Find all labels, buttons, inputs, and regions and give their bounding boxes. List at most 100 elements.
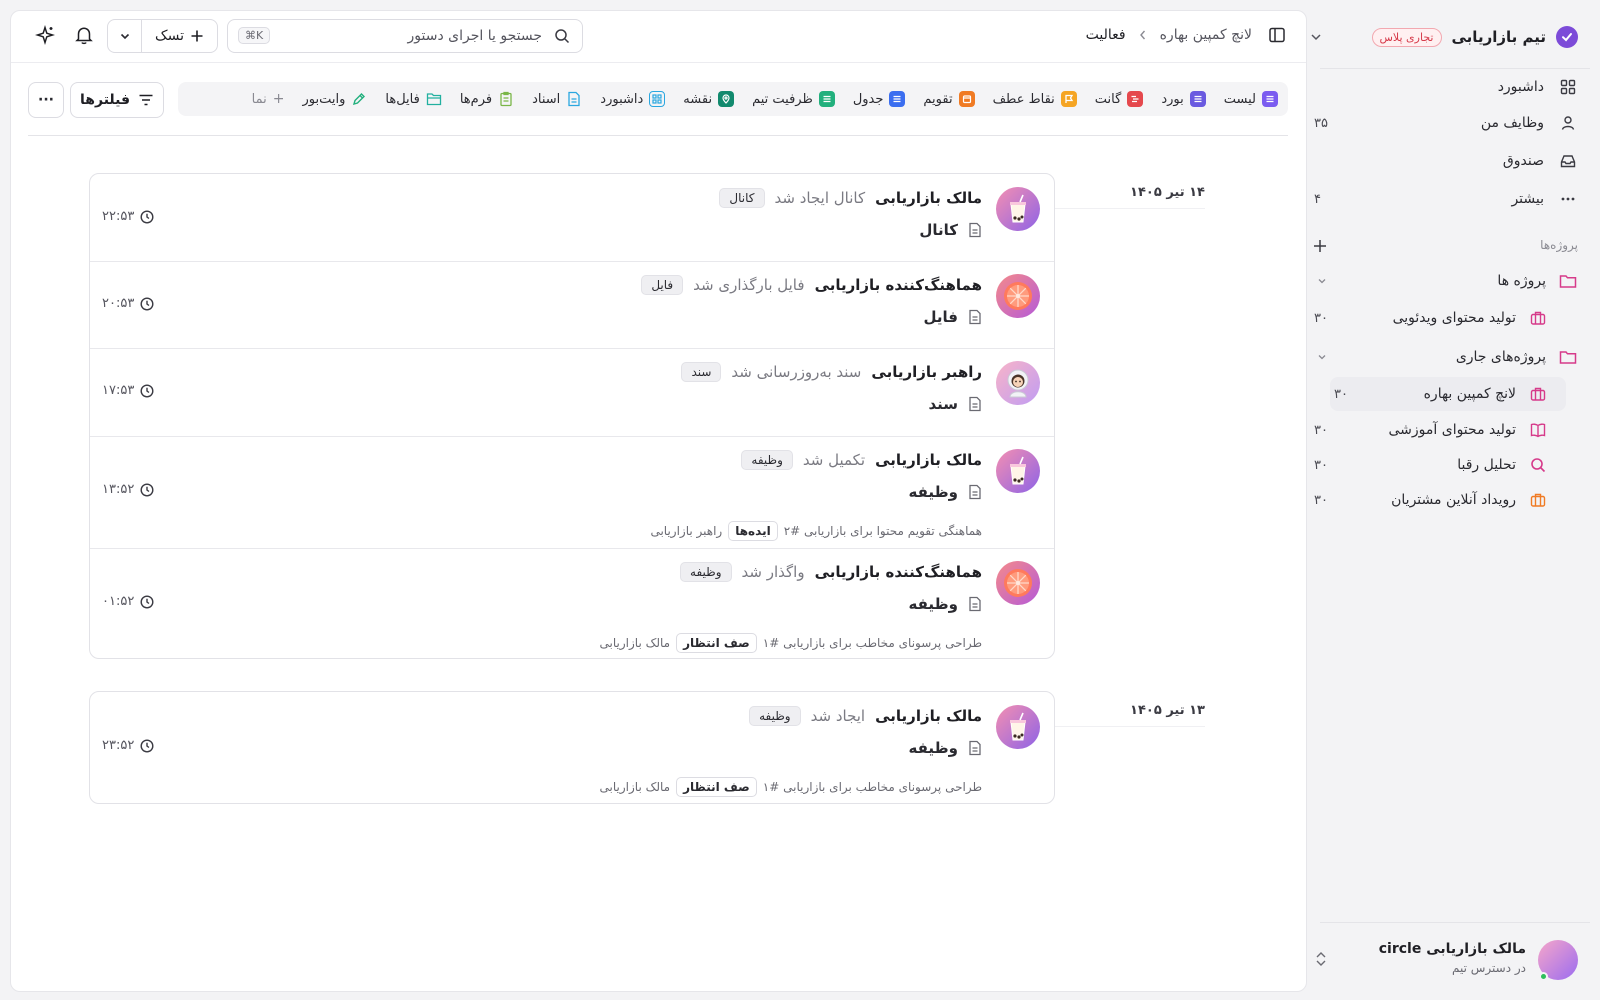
search-input[interactable]: جستجو یا اجرای دستور ⌘K <box>227 19 583 53</box>
capacity-icon <box>818 91 835 107</box>
activity-entry[interactable]: راهبر بازاریابی سند به‌روزرسانی شد سند س… <box>90 348 1054 436</box>
tab-table[interactable]: جدول <box>853 91 906 107</box>
tab-docs[interactable]: اسناد <box>532 91 582 107</box>
project-item[interactable]: تحلیل رقبا ۳۰ <box>1308 448 1548 482</box>
actor-name[interactable]: مالک بازاریابی <box>875 451 982 469</box>
project-item[interactable]: رویداد آنلاین مشتریان ۳۰ <box>1308 483 1548 517</box>
tab-files[interactable]: فایل‌ها <box>385 91 441 107</box>
chevron-down-icon[interactable] <box>1308 29 1324 45</box>
folder-projects[interactable]: پروژه ها <box>1308 264 1578 298</box>
tab-whiteboard[interactable]: وایت‌بور <box>302 91 367 107</box>
pen-icon <box>351 91 367 107</box>
tab-label: ظرفیت تیم <box>752 91 813 107</box>
entry-object[interactable]: وظیفه <box>909 483 982 501</box>
tab-list[interactable]: لیست <box>1224 91 1278 107</box>
clock-icon <box>140 383 154 398</box>
tab-dashboard[interactable]: داشبورد <box>600 91 666 107</box>
profile-name: مالک بازاریابی circle <box>1378 941 1526 957</box>
plan-badge: تجاری پلاس <box>1371 27 1442 47</box>
tab-label: گانت <box>1094 91 1122 107</box>
bell-icon[interactable] <box>75 25 93 45</box>
activity-entry[interactable]: مالک بازاریابی ایجاد شد وظیفه وظیفه طراح… <box>90 692 1054 805</box>
tab-gantt[interactable]: گانت <box>1095 91 1144 107</box>
project-item[interactable]: تولید محتوای ویدئویی ۳۰ <box>1308 301 1548 335</box>
inbox-icon <box>1558 153 1578 169</box>
object-name: کانال <box>919 221 958 239</box>
tab-label: بورد <box>1161 91 1184 107</box>
add-task[interactable]: تسک <box>142 20 217 52</box>
folder-current[interactable]: پروژه‌های جاری <box>1308 340 1578 374</box>
gantt-icon <box>1127 91 1144 107</box>
tab-board[interactable]: بورد <box>1161 91 1206 107</box>
filter-icon <box>138 93 154 107</box>
topbar: لانچ کمپین بهاره فعالیت تسک جستجو یا اجر… <box>11 11 1306 63</box>
filters-button[interactable]: فیلترها <box>70 82 164 118</box>
tab-capacity[interactable]: ظرفیت تیم <box>752 91 835 107</box>
tab-milestones[interactable]: نقاط عطف <box>993 91 1077 107</box>
activity-entry[interactable]: مالک بازاریابی کانال ایجاد شد کانال کانا… <box>90 174 1054 261</box>
tab-map[interactable]: نقشه <box>683 91 735 107</box>
actor-name[interactable]: هماهنگ‌کننده بازاریابی <box>815 563 982 581</box>
entry-object[interactable]: کانال <box>919 221 982 239</box>
document-icon <box>968 222 982 238</box>
tab-label: نقشه <box>683 91 713 107</box>
sidebar-toggle-icon[interactable] <box>1268 26 1286 44</box>
ai-sparkle-icon[interactable] <box>35 25 55 45</box>
entry-object[interactable]: سند <box>928 395 982 413</box>
add-view-button[interactable]: + نما <box>252 91 285 107</box>
activity-card: مالک بازاریابی ایجاد شد وظیفه وظیفه طراح… <box>89 691 1055 804</box>
nav-item-more[interactable]: بیشتر ۴ <box>1308 182 1578 216</box>
task-context[interactable]: طراحی پرسونای مخاطب برای بازاریابی #۱ صف… <box>600 777 982 797</box>
actor-name[interactable]: مالک بازاریابی <box>875 189 982 207</box>
tab-calendar[interactable]: تقویم <box>923 91 975 107</box>
entry-object[interactable]: وظیفه <box>909 739 982 757</box>
time-text: ۲۲:۵۳ <box>102 209 135 224</box>
workspace-switcher[interactable]: تیم بازاریابی تجاری پلاس <box>1308 22 1578 52</box>
more-icon <box>1558 191 1578 207</box>
clock-icon <box>140 296 154 311</box>
breadcrumb-project[interactable]: لانچ کمپین بهاره <box>1160 27 1252 43</box>
actor-name[interactable]: مالک بازاریابی <box>875 707 982 725</box>
chevron-down-icon[interactable] <box>1316 351 1328 363</box>
divider <box>90 548 1054 549</box>
add-project-icon[interactable] <box>1312 238 1328 254</box>
project-count: ۳۰ <box>1314 310 1328 326</box>
nav-label: داشبورد <box>1497 79 1544 95</box>
list-icon <box>1262 91 1278 107</box>
chevron-down-icon[interactable] <box>1316 275 1328 287</box>
entry-object[interactable]: فایل <box>924 308 982 326</box>
tab-label: نقاط عطف <box>992 91 1055 107</box>
nav-item-inbox[interactable]: صندوق <box>1308 144 1578 178</box>
tab-label: فایل‌ها <box>385 91 420 107</box>
briefcase-icon <box>1528 310 1548 326</box>
avatar <box>996 705 1040 749</box>
chevron-down-icon[interactable] <box>108 20 142 52</box>
actor-name[interactable]: راهبر بازاریابی <box>871 363 982 381</box>
more-options-button[interactable]: ··· <box>28 82 64 118</box>
project-count: ۳۰ <box>1314 457 1328 473</box>
project-item[interactable]: تولید محتوای آموزشی ۳۰ <box>1308 413 1548 447</box>
user-profile[interactable]: مالک بازاریابی circle در دسترس تیم <box>1308 938 1578 982</box>
activity-entry[interactable]: هماهنگ‌کننده بازاریابی واگذار شد وظیفه و… <box>90 548 1054 660</box>
activity-entry[interactable]: مالک بازاریابی تکمیل شد وظیفه وظیفه هماه… <box>90 436 1054 548</box>
entry-time: ۲۰:۵۳ <box>102 296 154 311</box>
task-context[interactable]: طراحی پرسونای مخاطب برای بازاریابی #۱ صف… <box>600 633 982 653</box>
nav-item-dashboard[interactable]: داشبورد <box>1308 70 1578 104</box>
tab-forms[interactable]: فرم‌ها <box>460 91 514 107</box>
object-name: وظیفه <box>908 739 958 757</box>
nav-count: ۳۵ <box>1314 115 1328 131</box>
add-view-label: نما <box>251 91 267 107</box>
new-task-button[interactable]: تسک <box>107 19 218 53</box>
chevron-updown-icon[interactable] <box>1314 950 1328 968</box>
document-icon <box>968 396 982 412</box>
plus-icon <box>190 29 204 43</box>
task-context[interactable]: هماهنگی تقویم محتوا برای بازاریابی #۲ ای… <box>650 521 982 541</box>
entry-object[interactable]: وظیفه <box>909 595 982 613</box>
actor-name[interactable]: هماهنگ‌کننده بازاریابی <box>815 276 982 294</box>
nav-item-my-tasks[interactable]: وظایف من ۳۵ <box>1308 106 1578 140</box>
avatar <box>996 361 1040 405</box>
activity-entry[interactable]: هماهنگ‌کننده بازاریابی فایل بارگذاری شد … <box>90 261 1054 348</box>
project-item-active[interactable]: لانچ کمپین بهاره ۳۰ <box>1330 377 1566 411</box>
status-badge: صف انتظار <box>676 777 757 797</box>
date-label: ۱۳ تیر ۱۴۰۵ <box>1130 703 1205 718</box>
